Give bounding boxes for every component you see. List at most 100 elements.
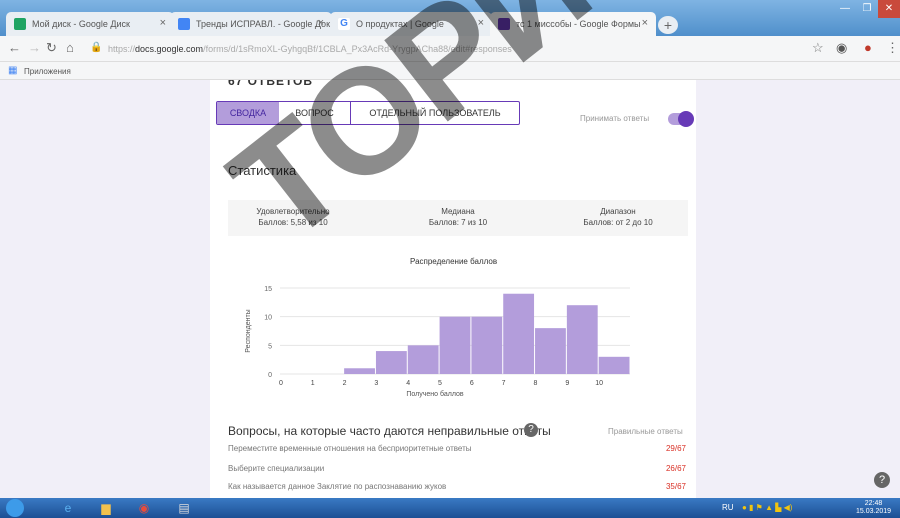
x-tick-label: 5 bbox=[438, 380, 442, 387]
stat-value: Баллов: 7 из 10 bbox=[428, 218, 488, 227]
tab-individual[interactable]: ОТДЕЛЬНЫЙ ПОЛЬЗОВАТЕЛЬ bbox=[351, 102, 519, 124]
help-icon[interactable]: ? bbox=[524, 423, 538, 437]
minimize-icon[interactable]: — bbox=[834, 0, 856, 18]
explorer-icon[interactable]: ▆ bbox=[98, 500, 114, 516]
close-icon[interactable]: × bbox=[318, 17, 324, 29]
stat-label: Диапазон bbox=[600, 207, 636, 216]
start-button[interactable] bbox=[6, 499, 24, 517]
x-tick-label: 3 bbox=[374, 380, 378, 387]
tab-label: Тренды ИСПРАВЛ. - Google Доки bbox=[196, 19, 332, 29]
profile-icon[interactable]: ● bbox=[864, 40, 872, 55]
x-tick-label: 1 bbox=[311, 380, 315, 387]
histogram-bar bbox=[375, 351, 407, 374]
histogram-bar bbox=[344, 368, 375, 374]
x-tick-label: 6 bbox=[470, 380, 474, 387]
responses-view-tabs: СВОДКА ВОПРОС ОТДЕЛЬНЫЙ ПОЛЬЗОВАТЕЛЬ bbox=[216, 101, 520, 125]
apps-icon[interactable]: ▦ bbox=[8, 65, 17, 76]
y-tick-label: 0 bbox=[268, 372, 272, 379]
stat-average: Удовлетворительно Баллов: 5,58 из 10 bbox=[228, 206, 358, 228]
window-close-icon[interactable]: ✕ bbox=[878, 0, 900, 18]
accept-responses-label: Принимать ответы bbox=[580, 114, 650, 123]
score-distribution-chart: 0 5 10 15 0 1 2 3 4 5 6 7 8 9 10 Получено баллов Респонд… bbox=[245, 286, 630, 398]
histogram-bar bbox=[439, 316, 471, 374]
correct-answers-header: Правильные ответы bbox=[608, 427, 683, 436]
tab-question[interactable]: ВОПРОС bbox=[279, 102, 351, 124]
google-icon: G bbox=[338, 18, 350, 30]
browser-tab-drive[interactable]: Мой диск - Google Диск × bbox=[6, 12, 174, 36]
docs-icon bbox=[178, 18, 190, 30]
windows-taskbar: e ▆ ◉ ▤ RU ● ▮ ⚑ ▲ ▙ ◀) 22:48 15.03.2019 bbox=[0, 498, 900, 518]
stat-label: Удовлетворительно bbox=[256, 207, 330, 216]
stat-range: Диапазон Баллов: от 2 до 10 bbox=[558, 206, 678, 228]
x-tick-label: 2 bbox=[343, 380, 347, 387]
lock-icon: 🔒 bbox=[90, 42, 103, 53]
tab-label: тс 1 миссобы - Google Формы bbox=[516, 19, 641, 29]
url-path: /forms/d/1sRmoXL-GyhgqBf/1CBLA_Px3AcRd-Y… bbox=[203, 44, 512, 54]
app-icon[interactable]: ▤ bbox=[176, 500, 192, 516]
url-prefix: https:// bbox=[108, 44, 136, 54]
histogram-bar bbox=[503, 293, 535, 374]
home-icon[interactable]: ⌂ bbox=[66, 40, 74, 55]
clock-date: 15.03.2019 bbox=[856, 508, 892, 515]
ie-icon[interactable]: e bbox=[60, 500, 76, 516]
x-axis-label: Получено баллов bbox=[406, 390, 463, 398]
question-row[interactable]: Выберите специализации 26/67 bbox=[228, 464, 686, 473]
x-tick-label: 9 bbox=[565, 380, 569, 387]
back-icon[interactable]: ← bbox=[8, 40, 21, 55]
url-host: docs.google.com bbox=[135, 44, 204, 54]
page-help-icon[interactable]: ? bbox=[874, 472, 890, 488]
histogram-bar bbox=[407, 345, 439, 374]
question-count: 35/67 bbox=[665, 482, 686, 491]
tab-label: Мой диск - Google Диск bbox=[32, 19, 130, 29]
question-row[interactable]: Переместите временные отношения на беспр… bbox=[228, 444, 686, 453]
system-clock[interactable]: 22:48 15.03.2019 bbox=[856, 500, 891, 516]
browser-tab-forms[interactable]: тс 1 миссобы - Google Формы × bbox=[490, 12, 656, 36]
tab-label: О продуктах | Google bbox=[356, 19, 444, 29]
menu-icon[interactable]: ⋮ bbox=[886, 40, 899, 56]
y-axis-label: Респонденты bbox=[245, 309, 252, 352]
bookmark-apps[interactable]: Приложения bbox=[24, 67, 71, 76]
maximize-icon[interactable]: ❐ bbox=[856, 0, 878, 18]
close-icon[interactable]: × bbox=[642, 17, 648, 29]
stats-title: Статистика bbox=[228, 163, 297, 178]
star-icon[interactable]: ☆ bbox=[812, 40, 824, 56]
browser-tab-strip: Мой диск - Google Диск × Тренды ИСПРАВЛ.… bbox=[0, 0, 900, 36]
accept-responses-toggle[interactable] bbox=[668, 111, 694, 127]
x-tick-label: 7 bbox=[502, 380, 506, 387]
stat-median: Медиана Баллов: 7 из 10 bbox=[398, 206, 518, 228]
stat-value: Баллов: 5,58 из 10 bbox=[258, 218, 328, 227]
reload-icon[interactable]: ↻ bbox=[46, 40, 57, 56]
x-tick-label: 0 bbox=[279, 380, 283, 387]
close-icon[interactable]: × bbox=[160, 17, 166, 29]
question-row[interactable]: Как называется данное Заклятие по распоз… bbox=[228, 482, 686, 491]
x-tick-label: 8 bbox=[534, 380, 538, 387]
browser-tab-google[interactable]: G О продуктах | Google × bbox=[330, 12, 492, 36]
y-tick-label: 15 bbox=[264, 286, 272, 293]
browser-tab-docs[interactable]: Тренды ИСПРАВЛ. - Google Доки × bbox=[170, 12, 332, 36]
question-text: Как называется данное Заклятие по распоз… bbox=[228, 482, 447, 491]
tray-icon[interactable]: ● ▮ ⚑ ▲ ▙ ◀) bbox=[742, 503, 792, 512]
language-indicator[interactable]: RU bbox=[722, 503, 734, 512]
x-tick-label: 4 bbox=[406, 380, 410, 387]
forward-icon[interactable]: → bbox=[28, 40, 41, 55]
chrome-icon[interactable]: ◉ bbox=[136, 500, 152, 516]
question-text: Выберите специализации bbox=[228, 464, 325, 473]
page-content: 67 ОТВЕТОВ СВОДКА ВОПРОС ОТДЕЛЬНЫЙ ПОЛЬЗ… bbox=[0, 80, 900, 498]
question-count: 29/67 bbox=[665, 444, 686, 453]
tab-summary[interactable]: СВОДКА bbox=[217, 102, 279, 124]
stat-label: Медиана bbox=[441, 207, 475, 216]
bookmarks-bar: ▦ Приложения bbox=[0, 62, 900, 80]
address-bar[interactable]: https://docs.google.com/forms/d/1sRmoXL-… bbox=[108, 40, 808, 58]
x-tick-label: 10 bbox=[595, 380, 603, 387]
histogram-bar bbox=[535, 328, 566, 374]
y-tick-label: 10 bbox=[264, 315, 272, 322]
extension-icon[interactable]: ◉ bbox=[836, 40, 847, 56]
responses-count: 67 ОТВЕТОВ bbox=[228, 80, 314, 88]
stat-value: Баллов: от 2 до 10 bbox=[583, 218, 653, 227]
histogram-bar bbox=[471, 316, 503, 374]
histogram-bar bbox=[598, 356, 630, 374]
questions-title: Вопросы, на которые часто даются неправи… bbox=[228, 424, 551, 438]
new-tab-button[interactable]: + bbox=[658, 16, 678, 34]
question-text: Переместите временные отношения на беспр… bbox=[228, 444, 472, 453]
close-icon[interactable]: × bbox=[478, 17, 484, 29]
